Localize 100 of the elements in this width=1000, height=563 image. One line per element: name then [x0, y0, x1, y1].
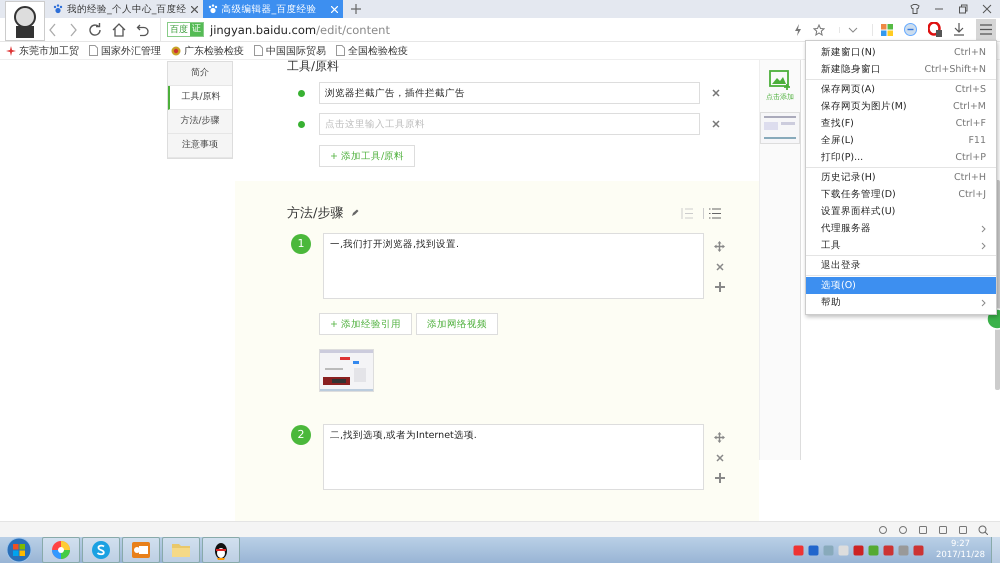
- bookmark[interactable]: 广东检验检疫: [171, 44, 244, 58]
- menu-item[interactable]: 代理服务器: [806, 220, 996, 237]
- side-nav-item[interactable]: 工具/原料: [168, 86, 232, 110]
- bookmark[interactable]: 中国国际贸易: [254, 44, 326, 58]
- tray-icon[interactable]: [913, 544, 924, 556]
- side-nav-item[interactable]: 方法/步骤: [168, 110, 232, 134]
- move-icon[interactable]: [714, 432, 725, 443]
- paw-icon: [208, 4, 218, 14]
- undo-icon[interactable]: [136, 22, 150, 36]
- menu-item[interactable]: 退出登录: [806, 257, 996, 274]
- flower-icon: [6, 46, 16, 56]
- bullet-icon: [298, 120, 305, 128]
- menu-label: 新建隐身窗口: [821, 63, 882, 76]
- star-icon[interactable]: [813, 24, 825, 36]
- step-text-field[interactable]: 一,我们打开浏览器,找到设置.: [323, 233, 704, 299]
- menu-label: 新建窗口(N): [821, 46, 877, 59]
- move-icon[interactable]: [714, 241, 725, 252]
- close-icon[interactable]: [190, 6, 198, 12]
- apps-icon[interactable]: [872, 24, 893, 36]
- page-icon: [254, 45, 263, 56]
- menu-label: 设置界面样式(U): [821, 205, 896, 218]
- menu-label: 打印(P)...: [821, 151, 864, 164]
- reload-icon[interactable]: [88, 22, 102, 36]
- shortcut-text: Ctrl+F: [956, 118, 986, 129]
- menu-item[interactable]: 新建窗口(N) Ctrl+N: [806, 44, 996, 61]
- menu-label: 全屏(L): [821, 134, 855, 147]
- shirt-icon[interactable]: [910, 4, 920, 14]
- tray-icon[interactable]: [793, 544, 804, 556]
- shortcut-text: Ctrl+M: [952, 101, 986, 112]
- shortcut-text: Ctrl+H: [954, 172, 986, 183]
- menu-icon[interactable]: [976, 19, 996, 40]
- menu-item[interactable]: 设置界面样式(U): [806, 203, 996, 220]
- clock-date: 2017/11/28: [936, 550, 985, 561]
- section-heading: 方法/步骤: [287, 205, 344, 222]
- shortcut-text: Ctrl+N: [954, 47, 986, 58]
- close-icon[interactable]: [716, 263, 724, 271]
- menu-label: 保存网页(A): [821, 83, 876, 96]
- menu-item[interactable]: 工具: [806, 237, 996, 254]
- bookmark[interactable]: 全国检验检疫: [336, 44, 408, 58]
- tool-input-field[interactable]: 点击这里输入工具原料: [319, 113, 700, 135]
- menu-item[interactable]: 全屏(L) F11: [806, 132, 996, 149]
- page-icon: [89, 45, 98, 56]
- tool-input-field[interactable]: 浏览器拦截广告，插件拦截广告: [319, 82, 700, 104]
- forward-icon[interactable]: [68, 22, 78, 36]
- step-text-field[interactable]: 二,找到选项,或者为Internet选项.: [323, 424, 704, 490]
- menu-item[interactable]: 保存网页(A) Ctrl+S: [806, 81, 996, 98]
- start-icon[interactable]: [6, 537, 32, 563]
- menu-label: 历史记录(H): [821, 171, 877, 184]
- pinwheel-icon: [50, 539, 72, 561]
- shortcut-text: Ctrl+S: [955, 84, 986, 95]
- pencil-icon[interactable]: [351, 209, 360, 217]
- restore-icon[interactable]: [958, 4, 968, 14]
- chevron-right-icon: [981, 224, 986, 232]
- page-icon: [336, 45, 345, 56]
- add-icon[interactable]: [714, 282, 724, 292]
- search-icon[interactable]: [978, 524, 988, 534]
- tray-icon[interactable]: [808, 544, 819, 556]
- shortcut-text: F11: [968, 135, 986, 146]
- back-icon[interactable]: [48, 22, 58, 36]
- bookmark[interactable]: 东莞市加工贸: [6, 44, 79, 58]
- menu-label: 查找(F): [821, 117, 855, 130]
- list-icon[interactable]: [703, 208, 721, 218]
- address-field[interactable]: 百度 证 jingyan.baidu.com/edit/content: [160, 18, 794, 41]
- close-icon[interactable]: [712, 120, 720, 128]
- side-nav-item[interactable]: 注意事项: [168, 134, 232, 158]
- close-icon[interactable]: [716, 454, 724, 462]
- menu-label: 下载任务管理(D): [821, 188, 897, 201]
- minus-circle-icon[interactable]: [904, 23, 917, 36]
- home-icon[interactable]: [112, 22, 126, 36]
- menu-label: 保存网页为图片(M): [821, 100, 908, 113]
- close-icon[interactable]: [982, 4, 992, 14]
- taskbar-app[interactable]: [202, 537, 240, 563]
- new-tab-icon[interactable]: [350, 4, 360, 14]
- shortcut-text: Ctrl+Shift+N: [924, 64, 986, 75]
- shortcut-text: Ctrl+J: [958, 189, 986, 200]
- tray-icon[interactable]: [883, 544, 894, 556]
- tray-icon[interactable]: [853, 544, 864, 556]
- paw-icon: [53, 4, 63, 14]
- avatar-icon[interactable]: [5, 1, 45, 41]
- url-text: jingyan.baidu.com/edit/content: [210, 22, 390, 36]
- menu-label: 帮助: [821, 296, 842, 309]
- menu-item[interactable]: 查找(F) Ctrl+F: [806, 115, 996, 132]
- step-number: 1: [291, 234, 311, 254]
- site-name: 百度: [169, 24, 189, 36]
- browser-tab[interactable]: 我的经验_个人中心_百度经: [48, 0, 202, 18]
- menu-item[interactable]: 新建隐身窗口 Ctrl+Shift+N: [806, 61, 996, 78]
- mail-icon: [130, 539, 152, 561]
- menu-item[interactable]: 帮助: [806, 294, 996, 311]
- menu-item[interactable]: 下载任务管理(D) Ctrl+J: [806, 186, 996, 203]
- chevron-down-icon[interactable]: [839, 26, 858, 32]
- menu-item[interactable]: 保存网页为图片(M) Ctrl+M: [806, 98, 996, 115]
- menu-item[interactable]: 打印(P)... Ctrl+P: [806, 149, 996, 166]
- lightning-icon[interactable]: [794, 24, 802, 36]
- menu-item[interactable]: 历史记录(H) Ctrl+H: [806, 169, 996, 186]
- chevron-right-icon: [981, 298, 986, 306]
- bookmark[interactable]: 国家外汇管理: [89, 44, 161, 58]
- emblem-icon: [171, 46, 181, 56]
- download-icon[interactable]: [953, 23, 965, 36]
- close-icon[interactable]: [712, 89, 720, 97]
- add-icon[interactable]: [714, 473, 724, 483]
